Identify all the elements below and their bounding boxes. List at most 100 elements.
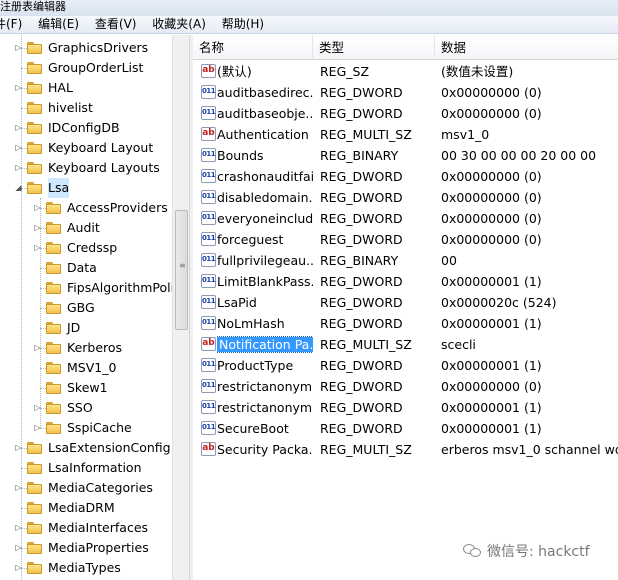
tree-item[interactable]: ▷ SSO — [31, 398, 189, 418]
list-item[interactable]: 011 auditbasedirec... REG_DWORD 0x00000000 … — [193, 82, 618, 103]
list-item[interactable]: 011 SecureBoot REG_DWORD 0x00000001 (1) — [193, 418, 618, 439]
list-item[interactable]: 011 NoLmHash REG_DWORD 0x00000001 (1) — [193, 313, 618, 334]
tree-item[interactable]: ▷ SspiCache — [31, 418, 189, 438]
list-header: 名称 类型 数据 — [193, 35, 618, 60]
expand-arrow-icon[interactable]: ▷ — [14, 38, 23, 58]
value-data: 0x0000020c (524) — [441, 295, 557, 310]
string-value-icon: ab — [201, 127, 216, 141]
expand-arrow-icon[interactable]: ▷ — [33, 198, 42, 218]
expand-arrow-icon[interactable]: ▷ — [14, 118, 23, 138]
tree-item[interactable]: ▷ Keyboard Layout — [12, 138, 189, 158]
tree-vertical-scrollbar[interactable]: ≡ — [172, 35, 189, 580]
tree-item[interactable]: ▷ MediaInterfaces — [12, 518, 189, 538]
column-header-type[interactable]: 类型 — [313, 35, 435, 60]
value-type: REG_DWORD — [320, 295, 403, 310]
tree-item[interactable]: GBG — [31, 298, 189, 318]
expand-arrow-icon[interactable]: ▷ — [14, 438, 23, 458]
list-item[interactable]: 011 crashonauditfail REG_DWORD 0x00000000 (… — [193, 166, 618, 187]
list-item[interactable]: 011 auditbaseobje... REG_DWORD 0x00000000 (… — [193, 103, 618, 124]
expand-arrow-icon[interactable]: ▷ — [33, 398, 42, 418]
tree-item[interactable]: ▷ MediaCategories — [12, 478, 189, 498]
tree-item[interactable]: ▷ Keyboard Layouts — [12, 158, 189, 178]
tree-item[interactable]: Skew1 — [31, 378, 189, 398]
list-item[interactable]: 011 Bounds REG_BINARY 00 30 00 00 00 20 00 … — [193, 145, 618, 166]
collapse-arrow-icon[interactable]: ◢ — [14, 178, 23, 198]
binary-value-icon: 011 — [201, 148, 216, 162]
menu-favorites[interactable]: 收藏夹(A) — [146, 16, 212, 33]
column-header-name[interactable]: 名称 — [193, 35, 313, 60]
list-item[interactable]: 011everyoneinclud... REG_DWORD 0x00000000 … — [193, 208, 618, 229]
tree-item[interactable]: ◢ Lsa — [12, 178, 189, 198]
folder-icon — [46, 262, 61, 274]
list-item[interactable]: 011 forceguest REG_DWORD 0x00000000 (0) — [193, 229, 618, 250]
list-item[interactable]: abAuthentication ... REG_MULTI_SZ msv1_0 — [193, 124, 618, 145]
folder-icon — [46, 222, 61, 234]
tree-item[interactable]: ▷ MediaTypes — [12, 558, 189, 578]
list-item[interactable]: 011restrictanonym... REG_DWORD 0x00000001 … — [193, 397, 618, 418]
expand-arrow-icon[interactable]: ▷ — [14, 138, 23, 158]
menu-help[interactable]: 帮助(H) — [216, 16, 270, 33]
list-item[interactable]: ab Security Packa... REG_MULTI_SZ erberos m… — [193, 439, 618, 460]
expand-arrow-icon[interactable]: ▷ — [33, 218, 42, 238]
tree-item[interactable]: ▷ HAL — [12, 78, 189, 98]
tree-item-label: JD — [67, 320, 81, 335]
binary-value-icon: 011 — [201, 400, 216, 414]
expand-arrow-icon[interactable]: ▷ — [14, 78, 23, 98]
expand-arrow-icon[interactable]: ▷ — [14, 518, 23, 538]
value-type: REG_DWORD — [320, 232, 403, 247]
tree-item[interactable]: ▷ MediaProperties — [12, 538, 189, 558]
wechat-icon — [463, 544, 481, 558]
tree-item[interactable]: GroupOrderList — [12, 58, 189, 78]
tree-item[interactable]: JD — [31, 318, 189, 338]
folder-icon — [46, 382, 61, 394]
expand-arrow-icon[interactable]: ▷ — [14, 538, 23, 558]
tree-item[interactable]: ▷ Kerberos — [31, 338, 189, 358]
tree-item[interactable]: LsaInformation — [12, 458, 189, 478]
value-type: REG_MULTI_SZ — [320, 127, 412, 142]
list-item[interactable]: 011 disabledomain... REG_DWORD 0x00000000 (… — [193, 187, 618, 208]
binary-value-icon: 011 — [201, 421, 216, 435]
value-data: 0x00000000 (0) — [441, 169, 542, 184]
value-name-text: Security Packa... — [217, 442, 313, 457]
tree-item-label: MediaProperties — [48, 540, 149, 555]
list-item[interactable]: 011 fullprivilegeau... REG_BINARY 00 — [193, 250, 618, 271]
menu-edit[interactable]: 编辑(E) — [32, 16, 85, 33]
value-name-text: restrictanonym... — [217, 400, 313, 415]
value-name-text: SecureBoot — [217, 421, 289, 436]
value-data: scecli — [441, 337, 476, 352]
tree-item[interactable]: MSV1_0 — [31, 358, 189, 378]
tree-item[interactable]: Data — [31, 258, 189, 278]
tree-item-label: Credssp — [67, 240, 118, 255]
tree-item[interactable]: ▷ LsaExtensionConfig — [12, 438, 189, 458]
value-name-text: auditbasedirec... — [217, 85, 313, 100]
tree-item-label: Kerberos — [67, 340, 123, 355]
tree-item[interactable]: FipsAlgorithmPolic — [31, 278, 189, 298]
expand-arrow-icon[interactable]: ▷ — [33, 418, 42, 438]
list-item[interactable]: 011 ProductType REG_DWORD 0x00000001 (1) — [193, 355, 618, 376]
tree-item[interactable]: hivelist — [12, 98, 189, 118]
list-item[interactable]: ab (默认) REG_SZ (数值未设置) — [193, 61, 618, 82]
expand-arrow-icon[interactable]: ▷ — [33, 238, 42, 258]
tree-item[interactable]: ▷ AccessProviders — [31, 198, 189, 218]
tree-item[interactable]: ▷ GraphicsDrivers — [12, 38, 189, 58]
expand-arrow-icon[interactable]: ▷ — [14, 158, 23, 178]
tree-item[interactable]: ▷ Credssp — [31, 238, 189, 258]
expand-arrow-icon[interactable]: ▷ — [14, 558, 23, 578]
list-item[interactable]: 011restrictanonym... REG_DWORD 0x00000000 … — [193, 376, 618, 397]
list-item[interactable]: 011 LsaPid REG_DWORD 0x0000020c (524) — [193, 292, 618, 313]
tree-item-label: MediaTypes — [48, 560, 121, 575]
menu-view[interactable]: 查看(V) — [89, 16, 143, 33]
tree-item[interactable]: MediaDRM — [12, 498, 189, 518]
list-item[interactable]: ab Notification Pa... REG_MULTI_SZ scecli — [193, 334, 618, 355]
tree-item[interactable]: ▷ IDConfigDB — [12, 118, 189, 138]
registry-key-tree[interactable]: ▷ GraphicsDrivers GroupOrderList ▷ HAL hiveli… — [0, 35, 189, 580]
scrollbar-thumb[interactable]: ≡ — [175, 210, 188, 330]
column-header-data[interactable]: 数据 — [435, 35, 618, 60]
tree-item[interactable]: ▷ Audit — [31, 218, 189, 238]
expand-arrow-icon[interactable]: ▷ — [33, 338, 42, 358]
value-name-text: Authentication ... — [217, 127, 313, 142]
value-type: REG_DWORD — [320, 190, 403, 205]
list-item[interactable]: 011 LimitBlankPass... REG_DWORD 0x00000001 … — [193, 271, 618, 292]
expand-arrow-icon[interactable]: ▷ — [14, 478, 23, 498]
menu-file[interactable]: 件(F) — [0, 16, 28, 33]
